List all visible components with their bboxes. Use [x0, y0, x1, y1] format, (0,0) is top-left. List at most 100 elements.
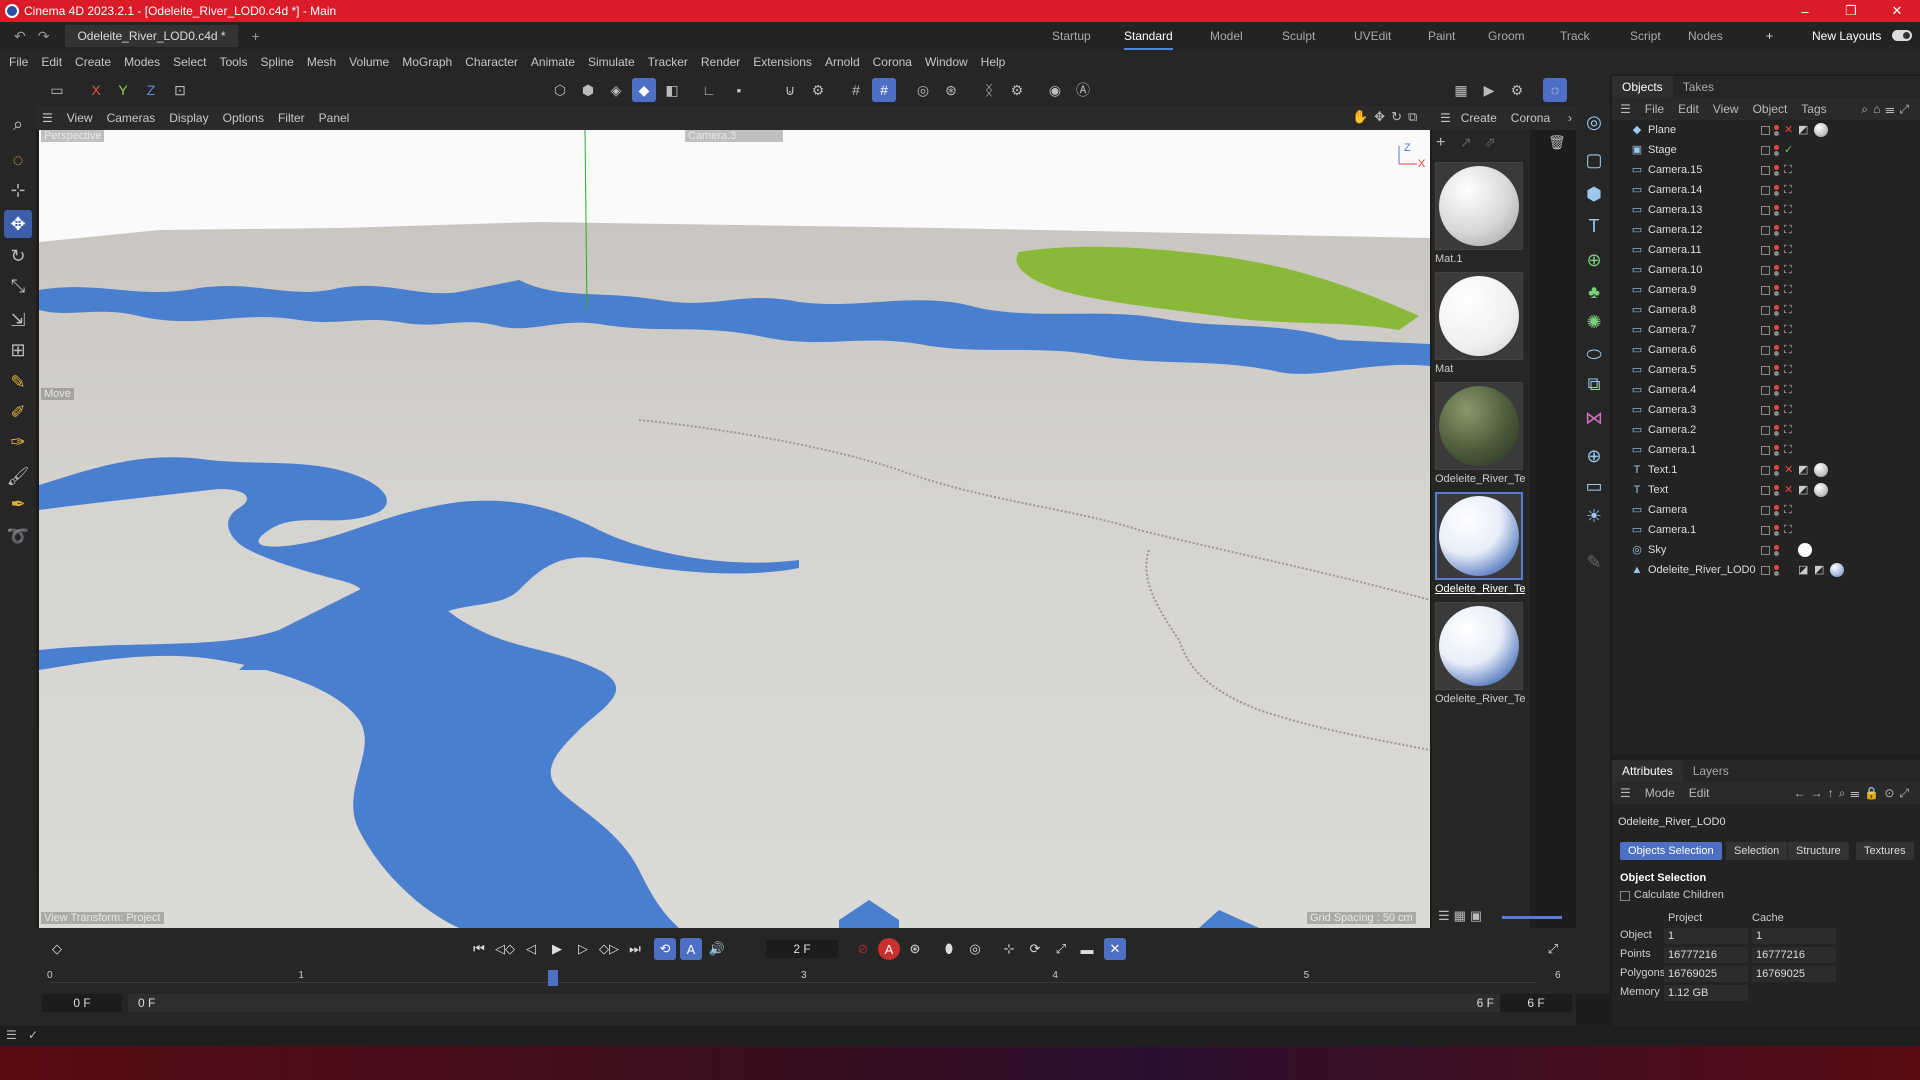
menu-corona[interactable]: Corona [873, 55, 912, 69]
camera-target-tag-icon[interactable]: ⛶ [1784, 320, 1792, 340]
objects-menu-view[interactable]: View [1713, 102, 1739, 116]
phong-tag-icon[interactable]: ◪ [1798, 560, 1808, 580]
material-menu-create[interactable]: Create [1461, 111, 1497, 125]
object-row[interactable]: ▭ Camera.1 ⛶ [1612, 520, 1920, 540]
link-material-icon[interactable]: ↗ [1460, 134, 1472, 151]
object-row[interactable]: ▭ Camera.10 ⛶ [1612, 260, 1920, 280]
effector-icon[interactable]: ✺ [1580, 308, 1608, 336]
new-layouts-toggle[interactable] [1892, 30, 1912, 41]
bend-tool-icon[interactable]: ➰ [4, 522, 32, 550]
menu-tracker[interactable]: Tracker [648, 55, 688, 69]
objects-menu-icon[interactable]: ☰ [1620, 102, 1631, 116]
subtab-objects-selection[interactable]: Objects Selection [1620, 842, 1722, 860]
subtab-textures[interactable]: Textures [1856, 842, 1914, 860]
editor-visibility-dot[interactable] [1774, 225, 1779, 230]
object-visibility-checkbox[interactable] [1761, 526, 1770, 535]
object-row[interactable]: ▭ Camera.12 ⛶ [1612, 220, 1920, 240]
editor-visibility-dot[interactable] [1774, 365, 1779, 370]
object-visibility-checkbox[interactable] [1761, 166, 1770, 175]
layout-tab-groom[interactable]: Groom [1488, 22, 1525, 50]
key-pla-icon[interactable]: ⤢ [1050, 938, 1072, 960]
editor-visibility-dot[interactable] [1774, 445, 1779, 450]
brush-icon[interactable]: 🖌 [4, 462, 32, 490]
key-param-icon[interactable]: ⟳ [1024, 938, 1046, 960]
snap-settings-icon[interactable]: ⚙ [806, 78, 830, 102]
viewport-menu-display[interactable]: Display [169, 111, 208, 125]
rotate-tool-icon[interactable]: ↻ [4, 242, 32, 270]
generator-icon[interactable]: ⊕ [1580, 246, 1608, 274]
model-mode-icon[interactable]: ◆ [632, 78, 656, 102]
render-visibility-dot[interactable] [1774, 271, 1779, 276]
editor-visibility-dot[interactable] [1774, 465, 1779, 470]
disabled-icon[interactable]: ✕ [1784, 480, 1793, 500]
render-visibility-dot[interactable] [1774, 351, 1779, 356]
attributes-menu-edit[interactable]: Edit [1689, 786, 1710, 800]
object-visibility-checkbox[interactable] [1761, 126, 1770, 135]
object-mode-icon[interactable]: ▭ [45, 78, 69, 102]
menu-file[interactable]: File [9, 55, 28, 69]
magnet-icon[interactable]: ⊍ [778, 78, 802, 102]
text-object-icon[interactable]: T [1580, 212, 1608, 240]
spline-sketch-icon[interactable]: ✐ [4, 398, 32, 426]
render-visibility-dot[interactable] [1774, 231, 1779, 236]
enabled-icon[interactable]: ✓ [1784, 140, 1793, 160]
object-row[interactable]: ▭ Camera.8 ⛶ [1612, 300, 1920, 320]
object-row[interactable]: ▭ Camera.1 ⛶ [1612, 440, 1920, 460]
editor-visibility-dot[interactable] [1774, 145, 1779, 150]
render-visibility-dot[interactable] [1774, 211, 1779, 216]
object-visibility-checkbox[interactable] [1761, 186, 1770, 195]
uvw-tag-icon[interactable]: ◩ [1798, 120, 1808, 140]
menu-window[interactable]: Window [925, 55, 968, 69]
record-icon[interactable]: ⊘ [852, 938, 874, 960]
sound-icon[interactable]: 🔊 [706, 938, 728, 960]
tab-attributes[interactable]: Attributes [1612, 760, 1683, 782]
menu-mesh[interactable]: Mesh [307, 55, 336, 69]
camera-target-tag-icon[interactable]: ⛶ [1784, 280, 1792, 300]
previous-frame-icon[interactable]: ◁ [520, 938, 542, 960]
object-visibility-checkbox[interactable] [1761, 506, 1770, 515]
objects-menu-edit[interactable]: Edit [1678, 102, 1699, 116]
edges-mode-icon[interactable]: ⬢ [576, 78, 600, 102]
camera-target-tag-icon[interactable]: ⛶ [1784, 380, 1792, 400]
key-position-icon[interactable]: ⬮ [938, 938, 960, 960]
symmetry-settings-icon[interactable]: ⚙ [1005, 78, 1029, 102]
render-visibility-dot[interactable] [1774, 251, 1779, 256]
spline-pen-icon[interactable]: ✎ [4, 368, 32, 396]
menu-animate[interactable]: Animate [531, 55, 575, 69]
render-visibility-dot[interactable] [1774, 551, 1779, 556]
object-visibility-checkbox[interactable] [1761, 246, 1770, 255]
material-menu-corona[interactable]: Corona [1511, 111, 1550, 125]
search-icon[interactable]: ⌕ [4, 110, 32, 138]
attributes-menu-icon[interactable]: ☰ [1620, 786, 1631, 800]
object-row[interactable]: ▭ Camera.4 ⛶ [1612, 380, 1920, 400]
camera-target-tag-icon[interactable]: ⛶ [1784, 400, 1792, 420]
preview-range-bar[interactable]: 0 F 6 F [128, 994, 1504, 1012]
disabled-icon[interactable]: ✕ [1784, 460, 1793, 480]
spline-icon[interactable]: ⋈ [1580, 404, 1608, 432]
object-row[interactable]: ▭ Camera.14 ⛶ [1612, 180, 1920, 200]
editor-visibility-dot[interactable] [1774, 385, 1779, 390]
camera-target-tag-icon[interactable]: ⛶ [1784, 500, 1792, 520]
object-visibility-checkbox[interactable] [1761, 326, 1770, 335]
editor-visibility-dot[interactable] [1774, 125, 1779, 130]
material-size-slider[interactable] [1502, 916, 1562, 919]
scale-tool-icon[interactable]: ⤡ [4, 272, 32, 300]
add-layout-button[interactable]: + [1766, 22, 1773, 50]
camera-target-tag-icon[interactable]: ⛶ [1784, 180, 1792, 200]
object-visibility-checkbox[interactable] [1761, 466, 1770, 475]
timeline-expand-icon[interactable]: ⤢ [1542, 938, 1564, 960]
editor-visibility-dot[interactable] [1774, 505, 1779, 510]
camera-target-tag-icon[interactable]: ⛶ [1784, 340, 1792, 360]
editor-visibility-dot[interactable] [1774, 405, 1779, 410]
axis-mode-icon[interactable]: ∟ [697, 78, 721, 102]
go-to-end-icon[interactable]: ⏭ [624, 938, 646, 960]
next-frame-icon[interactable]: ▷ [572, 938, 594, 960]
delete-material-icon[interactable]: 🗑 [1548, 134, 1566, 151]
render-visibility-dot[interactable] [1774, 451, 1779, 456]
render-visibility-dot[interactable] [1774, 491, 1779, 496]
uvw-tag-icon[interactable]: ◩ [1798, 480, 1808, 500]
object-visibility-checkbox[interactable] [1761, 486, 1770, 495]
environment-icon[interactable]: ⊕ [1580, 442, 1608, 470]
render-visibility-dot[interactable] [1774, 291, 1779, 296]
editor-visibility-dot[interactable] [1774, 565, 1779, 570]
